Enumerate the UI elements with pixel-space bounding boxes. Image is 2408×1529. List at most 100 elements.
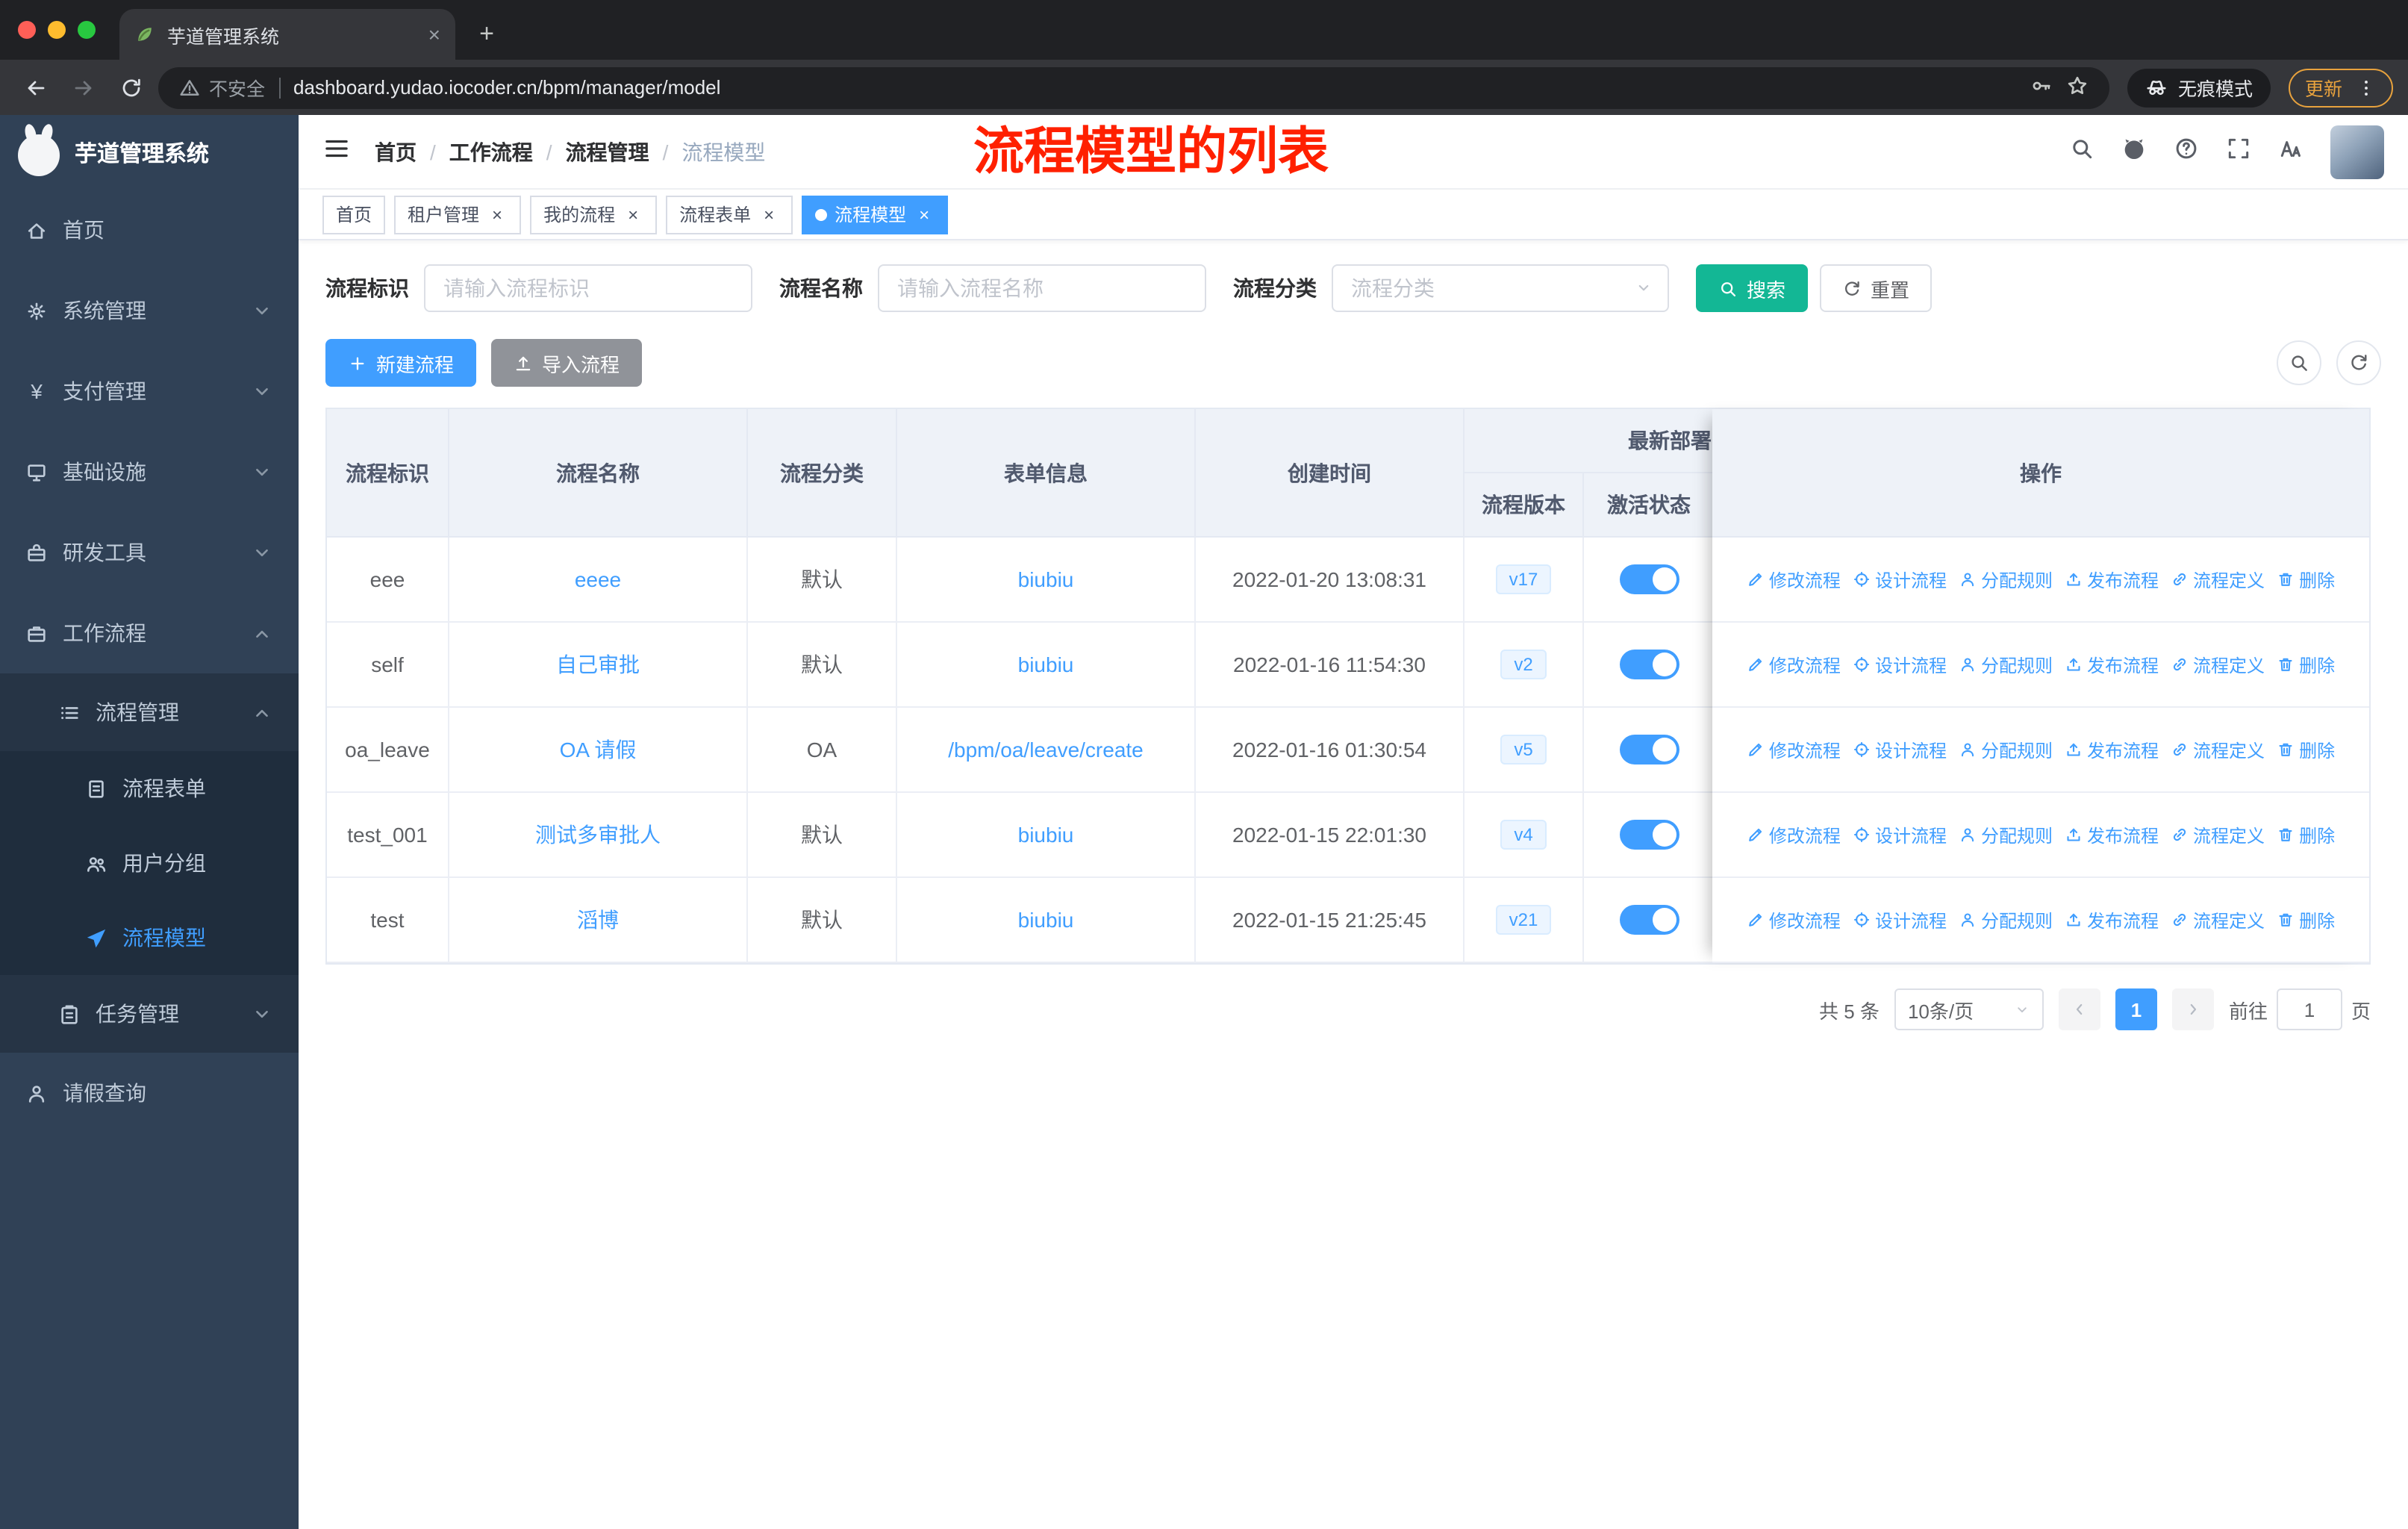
tab-close-icon[interactable]: × (428, 22, 440, 46)
zoom-window-button[interactable] (78, 21, 96, 39)
process-name-link[interactable]: 测试多审批人 (535, 820, 661, 850)
active-toggle[interactable] (1619, 820, 1679, 850)
process-name-link[interactable]: eeee (575, 567, 621, 591)
sidebar-item-infrastructure[interactable]: 基础设施 (0, 432, 299, 512)
close-window-button[interactable] (18, 21, 36, 39)
modify-process-link[interactable]: 修改流程 (1747, 737, 1841, 762)
reload-button[interactable] (110, 66, 152, 108)
sidebar-item-devtools[interactable]: 研发工具 (0, 512, 299, 593)
refresh-table-button[interactable] (2336, 340, 2381, 385)
security-status[interactable]: 不安全 (179, 73, 265, 102)
minimize-window-button[interactable] (48, 21, 66, 39)
publish-process-link[interactable]: 发布流程 (2065, 737, 2159, 762)
delete-link[interactable]: 删除 (2277, 907, 2335, 932)
design-process-link[interactable]: 设计流程 (1853, 822, 1947, 847)
form-link[interactable]: biubiu (1018, 567, 1074, 591)
page-1-button[interactable]: 1 (2115, 988, 2157, 1030)
active-toggle[interactable] (1619, 905, 1679, 935)
update-button[interactable]: 更新 (2288, 68, 2393, 107)
modify-process-link[interactable]: 修改流程 (1747, 567, 1841, 592)
process-definition-link[interactable]: 流程定义 (2171, 907, 2265, 932)
toggle-search-button[interactable] (2277, 340, 2321, 385)
sidebar-item-system[interactable]: 系统管理 (0, 270, 299, 351)
sidebar-item-process-form[interactable]: 流程表单 (0, 751, 299, 826)
key-icon[interactable] (2030, 74, 2053, 101)
close-icon[interactable]: × (487, 204, 508, 225)
assign-rule-link[interactable]: 分配规则 (1959, 822, 2053, 847)
form-link[interactable]: biubiu (1018, 823, 1074, 847)
close-icon[interactable]: × (623, 204, 643, 225)
form-link[interactable]: biubiu (1018, 653, 1074, 676)
assign-rule-link[interactable]: 分配规则 (1959, 907, 2053, 932)
delete-link[interactable]: 删除 (2277, 567, 2335, 592)
url-box[interactable]: 不安全 dashboard.yudao.iocoder.cn/bpm/manag… (158, 66, 2109, 108)
assign-rule-link[interactable]: 分配规则 (1959, 737, 2053, 762)
import-process-button[interactable]: 导入流程 (491, 339, 643, 387)
sidebar-item-user-group[interactable]: 用户分组 (0, 826, 299, 900)
sidebar-item-task-management[interactable]: 任务管理 (0, 975, 299, 1053)
tag-home[interactable]: 首页 (322, 195, 386, 234)
tag-tenant-management[interactable]: 租户管理 × (394, 195, 522, 234)
avatar[interactable] (2330, 125, 2384, 178)
design-process-link[interactable]: 设计流程 (1853, 567, 1947, 592)
active-toggle[interactable] (1619, 564, 1679, 594)
process-definition-link[interactable]: 流程定义 (2171, 737, 2265, 762)
process-name-link[interactable]: 滔博 (577, 905, 619, 935)
modify-process-link[interactable]: 修改流程 (1747, 652, 1841, 677)
process-name-link[interactable]: OA 请假 (560, 735, 637, 764)
assign-rule-link[interactable]: 分配规则 (1959, 652, 2053, 677)
delete-link[interactable]: 删除 (2277, 822, 2335, 847)
process-definition-link[interactable]: 流程定义 (2171, 567, 2265, 592)
design-process-link[interactable]: 设计流程 (1853, 907, 1947, 932)
process-name-link[interactable]: 自己审批 (556, 650, 640, 679)
breadcrumb-item[interactable]: 流程管理 (566, 137, 649, 166)
fullscreen-icon[interactable] (2226, 135, 2251, 168)
github-icon[interactable] (2121, 135, 2147, 168)
form-link[interactable]: biubiu (1018, 908, 1074, 932)
sidebar-item-payment[interactable]: ¥ 支付管理 (0, 351, 299, 432)
reset-button[interactable]: 重置 (1820, 264, 1933, 312)
tag-process-model[interactable]: 流程模型 × (802, 195, 949, 234)
create-process-button[interactable]: 新建流程 (325, 339, 477, 387)
sidebar-item-workflow[interactable]: 工作流程 (0, 593, 299, 673)
page-size-select[interactable]: 10条/页 (1894, 988, 2044, 1030)
prev-page-button[interactable] (2058, 988, 2100, 1030)
back-button[interactable] (15, 66, 57, 108)
modify-process-link[interactable]: 修改流程 (1747, 907, 1841, 932)
design-process-link[interactable]: 设计流程 (1853, 652, 1947, 677)
sidebar-item-home[interactable]: 首页 (0, 190, 299, 270)
active-toggle[interactable] (1619, 735, 1679, 764)
delete-link[interactable]: 删除 (2277, 737, 2335, 762)
goto-page-input[interactable] (2276, 988, 2342, 1030)
sidebar-item-leave-query[interactable]: 请假查询 (0, 1053, 299, 1133)
active-toggle[interactable] (1619, 650, 1679, 679)
delete-link[interactable]: 删除 (2277, 652, 2335, 677)
browser-tab[interactable]: 芋道管理系统 × (119, 9, 455, 60)
new-tab-button[interactable]: + (467, 15, 506, 54)
bookmark-star-icon[interactable] (2066, 74, 2089, 101)
publish-process-link[interactable]: 发布流程 (2065, 652, 2159, 677)
search-button[interactable]: 搜索 (1696, 264, 1809, 312)
help-icon[interactable] (2174, 135, 2199, 168)
next-page-button[interactable] (2171, 988, 2214, 1030)
publish-process-link[interactable]: 发布流程 (2065, 567, 2159, 592)
font-size-icon[interactable] (2278, 135, 2303, 168)
process-name-input[interactable] (878, 264, 1206, 312)
breadcrumb-item[interactable]: 首页 (375, 137, 417, 166)
search-icon[interactable] (2069, 135, 2094, 168)
form-link[interactable]: /bpm/oa/leave/create (948, 738, 1144, 762)
process-id-input[interactable] (424, 264, 752, 312)
breadcrumb-item[interactable]: 工作流程 (449, 137, 533, 166)
close-icon[interactable]: × (914, 204, 935, 225)
process-definition-link[interactable]: 流程定义 (2171, 822, 2265, 847)
tag-my-process[interactable]: 我的流程 × (530, 195, 658, 234)
category-select[interactable]: 流程分类 (1332, 264, 1669, 312)
process-definition-link[interactable]: 流程定义 (2171, 652, 2265, 677)
tag-process-form[interactable]: 流程表单 × (666, 195, 793, 234)
sidebar-item-process-management[interactable]: 流程管理 (0, 673, 299, 751)
publish-process-link[interactable]: 发布流程 (2065, 822, 2159, 847)
assign-rule-link[interactable]: 分配规则 (1959, 567, 2053, 592)
browser-menu-kebab[interactable] (2356, 77, 2377, 98)
sidebar-item-process-model[interactable]: 流程模型 (0, 900, 299, 975)
design-process-link[interactable]: 设计流程 (1853, 737, 1947, 762)
